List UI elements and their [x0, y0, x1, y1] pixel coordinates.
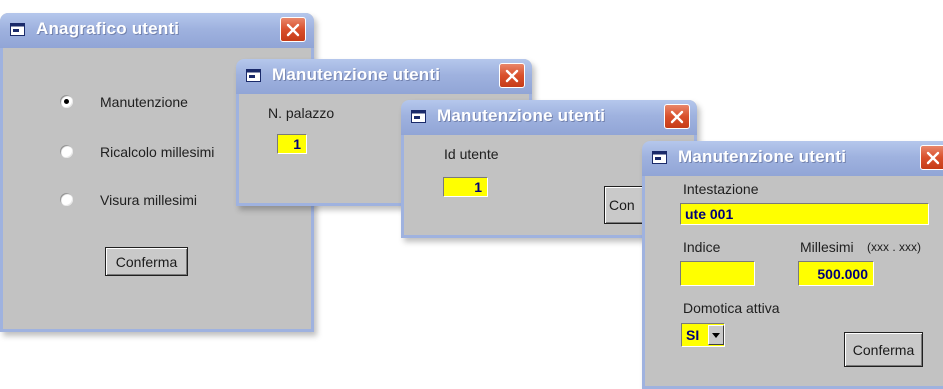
window-manutenzione-dettaglio: Manutenzione utenti Intestazione ute 001… — [642, 141, 943, 389]
field-label-domotica-attiva: Domotica attiva — [683, 300, 780, 316]
field-label-indice: Indice — [683, 239, 721, 255]
title-bar[interactable]: Manutenzione utenti — [236, 59, 532, 94]
radio-manutenzione[interactable] — [60, 95, 73, 108]
domotica-dropdown-button[interactable] — [708, 325, 724, 345]
radio-label-visura-millesimi[interactable]: Visura millesimi — [100, 192, 197, 208]
millesimi-format-hint: (xxx . xxx) — [867, 240, 921, 254]
radio-ricalcolo-millesimi[interactable] — [60, 145, 73, 158]
radio-label-ricalcolo-millesimi[interactable]: Ricalcolo millesimi — [100, 144, 214, 160]
field-label-id-utente: Id utente — [444, 146, 499, 162]
field-label-intestazione: Intestazione — [683, 181, 759, 197]
close-icon — [926, 151, 940, 164]
close-button[interactable] — [280, 17, 306, 42]
millesimi-field[interactable]: 500.000 — [798, 261, 874, 286]
close-button[interactable] — [499, 63, 525, 88]
close-icon — [505, 69, 519, 82]
field-label-n-palazzo: N. palazzo — [268, 105, 335, 121]
window-title: Manutenzione utenti — [272, 65, 441, 84]
window-icon — [246, 69, 261, 82]
radio-visura-millesimi[interactable] — [60, 193, 73, 206]
radio-label-manutenzione[interactable]: Manutenzione — [100, 94, 188, 110]
chevron-down-icon — [712, 332, 720, 338]
window-icon — [652, 151, 667, 164]
confirm-button[interactable]: Conferma — [844, 332, 923, 367]
window-title: Manutenzione utenti — [437, 106, 606, 125]
title-bar[interactable]: Manutenzione utenti — [401, 100, 697, 135]
indice-field[interactable] — [680, 261, 755, 286]
close-icon — [286, 23, 300, 36]
window-title: Manutenzione utenti — [678, 147, 847, 166]
intestazione-field[interactable]: ute 001 — [680, 203, 929, 225]
title-bar[interactable]: Manutenzione utenti — [642, 141, 943, 176]
id-utente-field[interactable]: 1 — [443, 177, 488, 197]
window-icon — [411, 110, 426, 123]
window-icon — [10, 23, 25, 36]
close-icon — [670, 110, 684, 123]
window-body: Intestazione ute 001 Indice Millesimi (x… — [645, 176, 943, 386]
close-button[interactable] — [920, 145, 943, 170]
n-palazzo-field[interactable]: 1 — [277, 134, 307, 154]
field-label-millesimi: Millesimi — [800, 239, 854, 255]
confirm-button[interactable]: Conferma — [105, 247, 188, 276]
close-button[interactable] — [664, 104, 690, 129]
window-title: Anagrafico utenti — [36, 19, 180, 38]
title-bar[interactable]: Anagrafico utenti — [0, 13, 314, 48]
